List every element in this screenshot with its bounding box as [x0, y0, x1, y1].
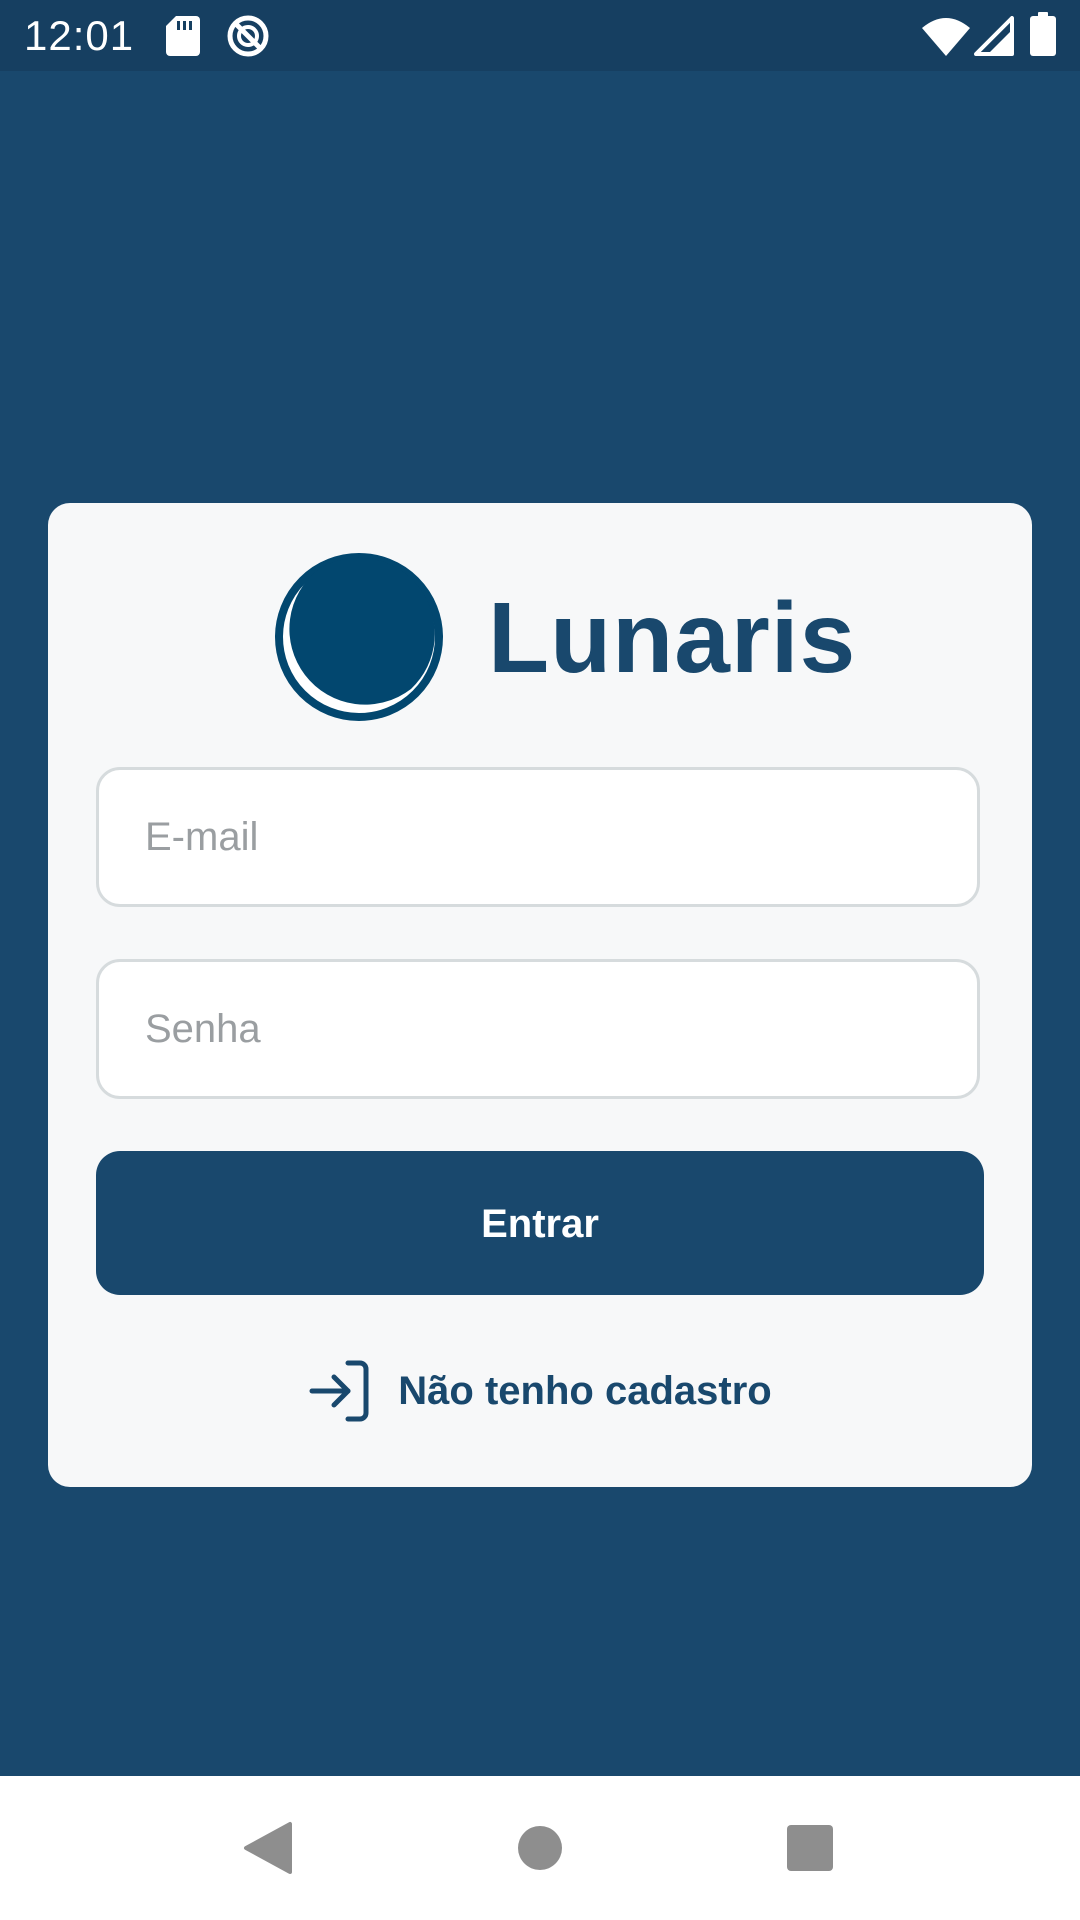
- recents-icon: [787, 1825, 833, 1871]
- register-link[interactable]: Não tenho cadastro: [48, 1359, 1032, 1423]
- status-bar: 12:01: [0, 0, 1080, 71]
- crescent-moon-logo: [275, 553, 443, 721]
- email-field[interactable]: [96, 767, 980, 907]
- login-button[interactable]: Entrar: [96, 1151, 984, 1295]
- battery-icon: [1030, 12, 1056, 56]
- login-arrow-icon: [309, 1360, 369, 1422]
- status-time: 12:01: [24, 12, 135, 59]
- login-card: Lunaris Entrar Não tenho cadastro: [48, 503, 1032, 1487]
- home-icon: [518, 1826, 562, 1870]
- brand-name: Lunaris: [488, 582, 857, 694]
- do-not-disturb-icon: [227, 15, 269, 57]
- recents-button[interactable]: [738, 1776, 882, 1920]
- back-button[interactable]: [196, 1776, 340, 1920]
- navigation-bar: [0, 1776, 1080, 1920]
- register-label: Não tenho cadastro: [398, 1368, 772, 1413]
- sd-card-icon: [166, 16, 200, 56]
- home-button[interactable]: [468, 1776, 612, 1920]
- signal-icon: [974, 16, 1014, 56]
- password-field[interactable]: [96, 959, 980, 1099]
- login-screen: Lunaris Entrar Não tenho cadastro: [0, 71, 1080, 1776]
- wifi-icon: [922, 18, 970, 56]
- back-icon: [244, 1822, 292, 1874]
- logo-row: Lunaris: [48, 549, 1032, 725]
